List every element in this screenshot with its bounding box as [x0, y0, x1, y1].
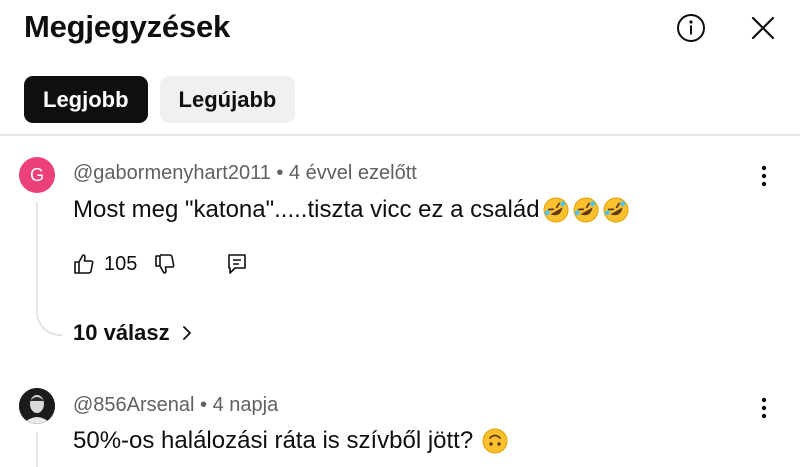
panel-header: Megjegyzések — [0, 0, 800, 60]
info-icon[interactable] — [675, 12, 707, 44]
like-button[interactable]: 105 — [72, 252, 137, 276]
reply-icon — [228, 254, 247, 274]
comment-text-row: Most meg "katona".....tiszta vicc ez a c… — [73, 196, 630, 224]
thumbs-down-icon — [155, 254, 175, 274]
comment-text-row: 50%-os halálozási ráta is szívből jött? — [73, 427, 509, 455]
thumbs-up-icon — [74, 254, 94, 274]
dislike-button[interactable] — [153, 252, 177, 276]
avatar[interactable] — [19, 388, 55, 424]
avatar-letter: G — [29, 164, 44, 185]
panel-title: Megjegyzések — [24, 9, 231, 44]
chevron-right-icon — [182, 326, 191, 340]
comment-text: 50%-os halálozási ráta is szívből jött? — [73, 427, 474, 454]
close-icon[interactable] — [747, 12, 779, 44]
user-photo-icon — [19, 388, 55, 424]
comment-author[interactable]: @856Arsenal — [73, 394, 194, 416]
chip-top[interactable]: Legjobb — [24, 76, 148, 123]
reply-button[interactable] — [225, 252, 249, 276]
chip-newest[interactable]: Legújabb — [159, 76, 296, 123]
meta-separator: • — [200, 394, 208, 416]
replies-label: 10 válasz — [73, 320, 170, 345]
rolling-laughing-emoji-icon — [540, 196, 630, 224]
thread-line — [36, 202, 62, 336]
replies-button[interactable]: 10 válasz — [73, 320, 196, 346]
comment-actions: 105 — [72, 250, 249, 278]
comment-meta: @gabormenyhart2011 • 4 évvel ezelőtt — [73, 162, 417, 185]
avatar[interactable]: G — [19, 157, 55, 193]
sort-chips: Legjobb Legújabb — [24, 76, 296, 123]
more-options-icon[interactable] — [752, 394, 776, 422]
more-options-icon[interactable] — [752, 162, 776, 190]
comment-author[interactable]: @gabormenyhart2011 — [73, 162, 271, 184]
comment-time[interactable]: 4 napja — [213, 394, 279, 416]
like-count: 105 — [104, 252, 138, 275]
comment-meta: @856Arsenal • 4 napja — [73, 394, 278, 417]
divider — [0, 134, 800, 136]
upside-down-face-emoji-icon — [479, 427, 509, 455]
meta-separator: • — [276, 162, 284, 184]
comment-time[interactable]: 4 évvel ezelőtt — [289, 162, 417, 184]
thread-line — [36, 432, 38, 467]
comment-text: Most meg "katona".....tiszta vicc ez a c… — [73, 196, 540, 223]
